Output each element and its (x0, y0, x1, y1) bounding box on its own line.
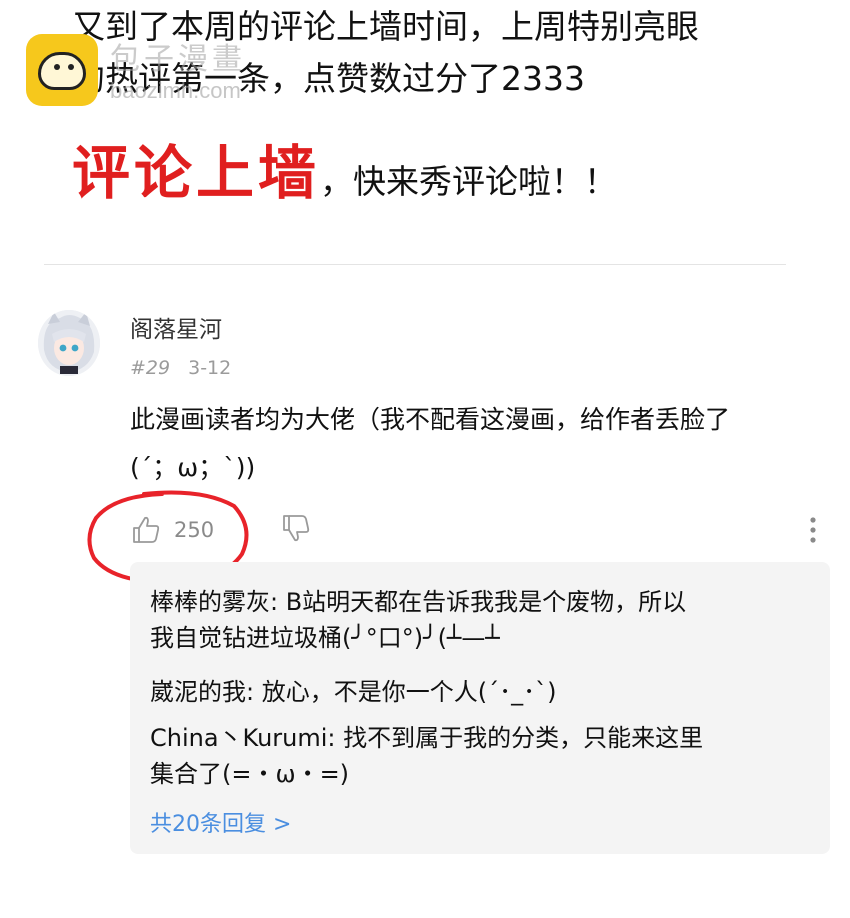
watermark: 包子漫畫 baozimh.com (26, 34, 326, 114)
banner-title: 评论上墙 (72, 139, 321, 207)
reply-line: 集合了(=・ω・=) (150, 760, 350, 788)
more-vertical-icon (810, 517, 816, 543)
reply-line: 我自觉钻进垃圾桶(╯°口°)╯(┴—┴ (150, 624, 500, 652)
reply-line: China丶Kurumi: 找不到属于我的分类，只能来这里 (150, 724, 704, 752)
more-options-button[interactable] (800, 512, 826, 548)
divider (44, 264, 786, 265)
watermark-domain: baozimh.com (110, 78, 241, 103)
comment-body-line: (´；ω；`)) (130, 453, 256, 482)
comment-body-line: 此漫画读者均为大佬（我不配看这漫画，给作者丢脸了 (130, 405, 731, 434)
reply-item: 棒棒的雾灰: B站明天都在告诉我我是个废物，所以 我自觉钻进垃圾桶(╯°口°)╯… (150, 584, 810, 656)
comment-floor-number: #29 (130, 357, 171, 379)
comment-body: 此漫画读者均为大佬（我不配看这漫画，给作者丢脸了 (´；ω；`)) (130, 396, 830, 492)
view-all-replies-link[interactable]: 共20条回复 > (150, 806, 291, 838)
reply-section: 棒棒的雾灰: B站明天都在告诉我我是个废物，所以 我自觉钻进垃圾桶(╯°口°)╯… (130, 562, 830, 854)
watermark-logo-icon (26, 34, 98, 106)
comment-meta: #29 3-12 (130, 357, 231, 379)
banner: 评论上墙，快来秀评论啦！！ (72, 126, 617, 210)
banner-subtitle: ，快来秀评论啦！！ (320, 162, 618, 201)
thumbs-down-icon (283, 515, 310, 542)
reply-line: 棒棒的雾灰: B站明天都在告诉我我是个废物，所以 (150, 588, 687, 616)
watermark-name: 包子漫畫 (110, 42, 246, 77)
avatar-illustration (38, 310, 100, 376)
dislike-button[interactable] (280, 512, 316, 548)
comment-date: 3-12 (188, 357, 232, 379)
avatar[interactable] (38, 310, 100, 376)
comment-username[interactable]: 阁落星河 (130, 310, 222, 344)
reply-item: 崴泥的我: 放心，不是你一个人(´･_･`) (150, 674, 810, 710)
reply-item: China丶Kurumi: 找不到属于我的分类，只能来这里 集合了(=・ω・=) (150, 720, 810, 792)
reply-line: 崴泥的我: 放心，不是你一个人(´･_･`) (150, 678, 557, 706)
